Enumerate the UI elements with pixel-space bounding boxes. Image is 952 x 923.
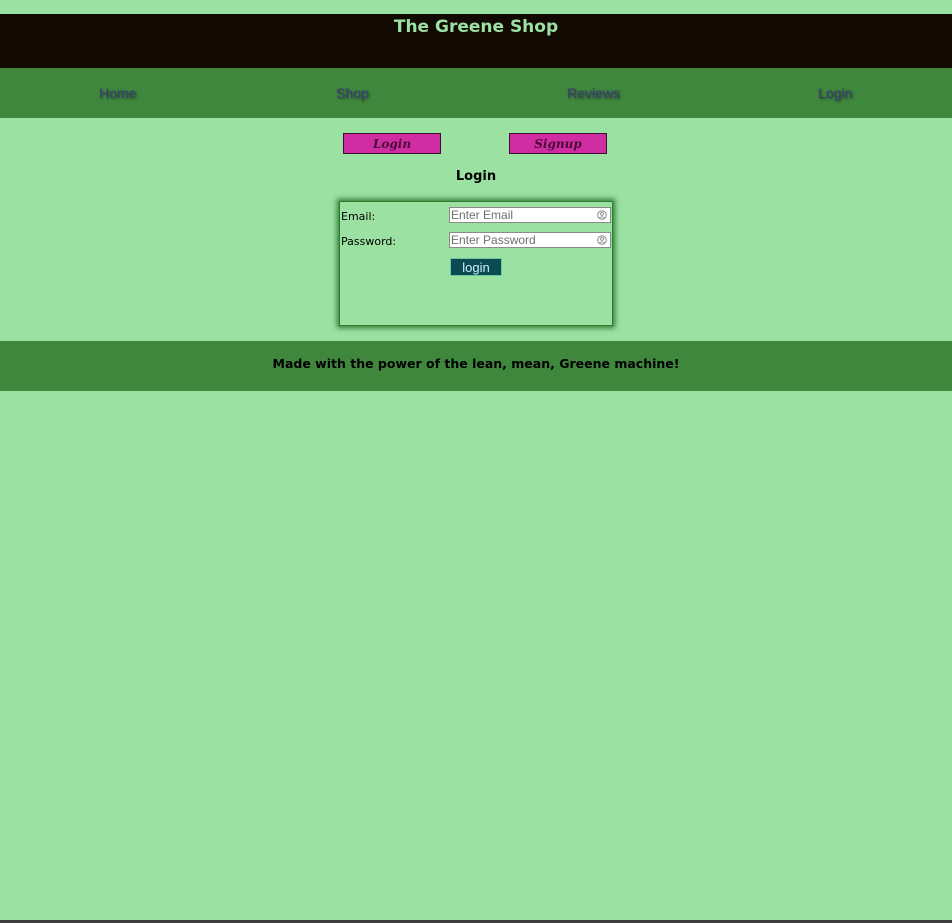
login-form: Email: Password: login bbox=[339, 201, 613, 326]
nav-link-shop[interactable]: Shop bbox=[336, 85, 369, 101]
email-field-wrapper bbox=[449, 207, 611, 223]
email-label: Email: bbox=[341, 210, 376, 223]
nav-link-reviews[interactable]: Reviews bbox=[567, 85, 620, 101]
signup-tab-button[interactable]: Signup bbox=[509, 133, 607, 154]
login-tab-button[interactable]: Login bbox=[343, 133, 441, 154]
login-heading: Login bbox=[455, 169, 497, 184]
site-header: The Greene Shop bbox=[0, 14, 952, 68]
autofill-icon[interactable] bbox=[597, 210, 607, 220]
footer-text: Made with the power of the lean, mean, G… bbox=[272, 356, 680, 371]
password-field-wrapper bbox=[449, 232, 611, 248]
email-input[interactable] bbox=[451, 208, 591, 222]
nav-link-home[interactable]: Home bbox=[99, 85, 136, 101]
autofill-icon[interactable] bbox=[597, 235, 607, 245]
site-title: The Greene Shop bbox=[393, 17, 559, 37]
password-label: Password: bbox=[341, 235, 397, 248]
password-input[interactable] bbox=[451, 233, 591, 247]
main-nav: Home Shop Reviews Login bbox=[0, 68, 952, 118]
nav-link-login[interactable]: Login bbox=[818, 85, 852, 101]
login-submit-button[interactable]: login bbox=[450, 258, 502, 276]
site-footer: Made with the power of the lean, mean, G… bbox=[0, 341, 952, 391]
